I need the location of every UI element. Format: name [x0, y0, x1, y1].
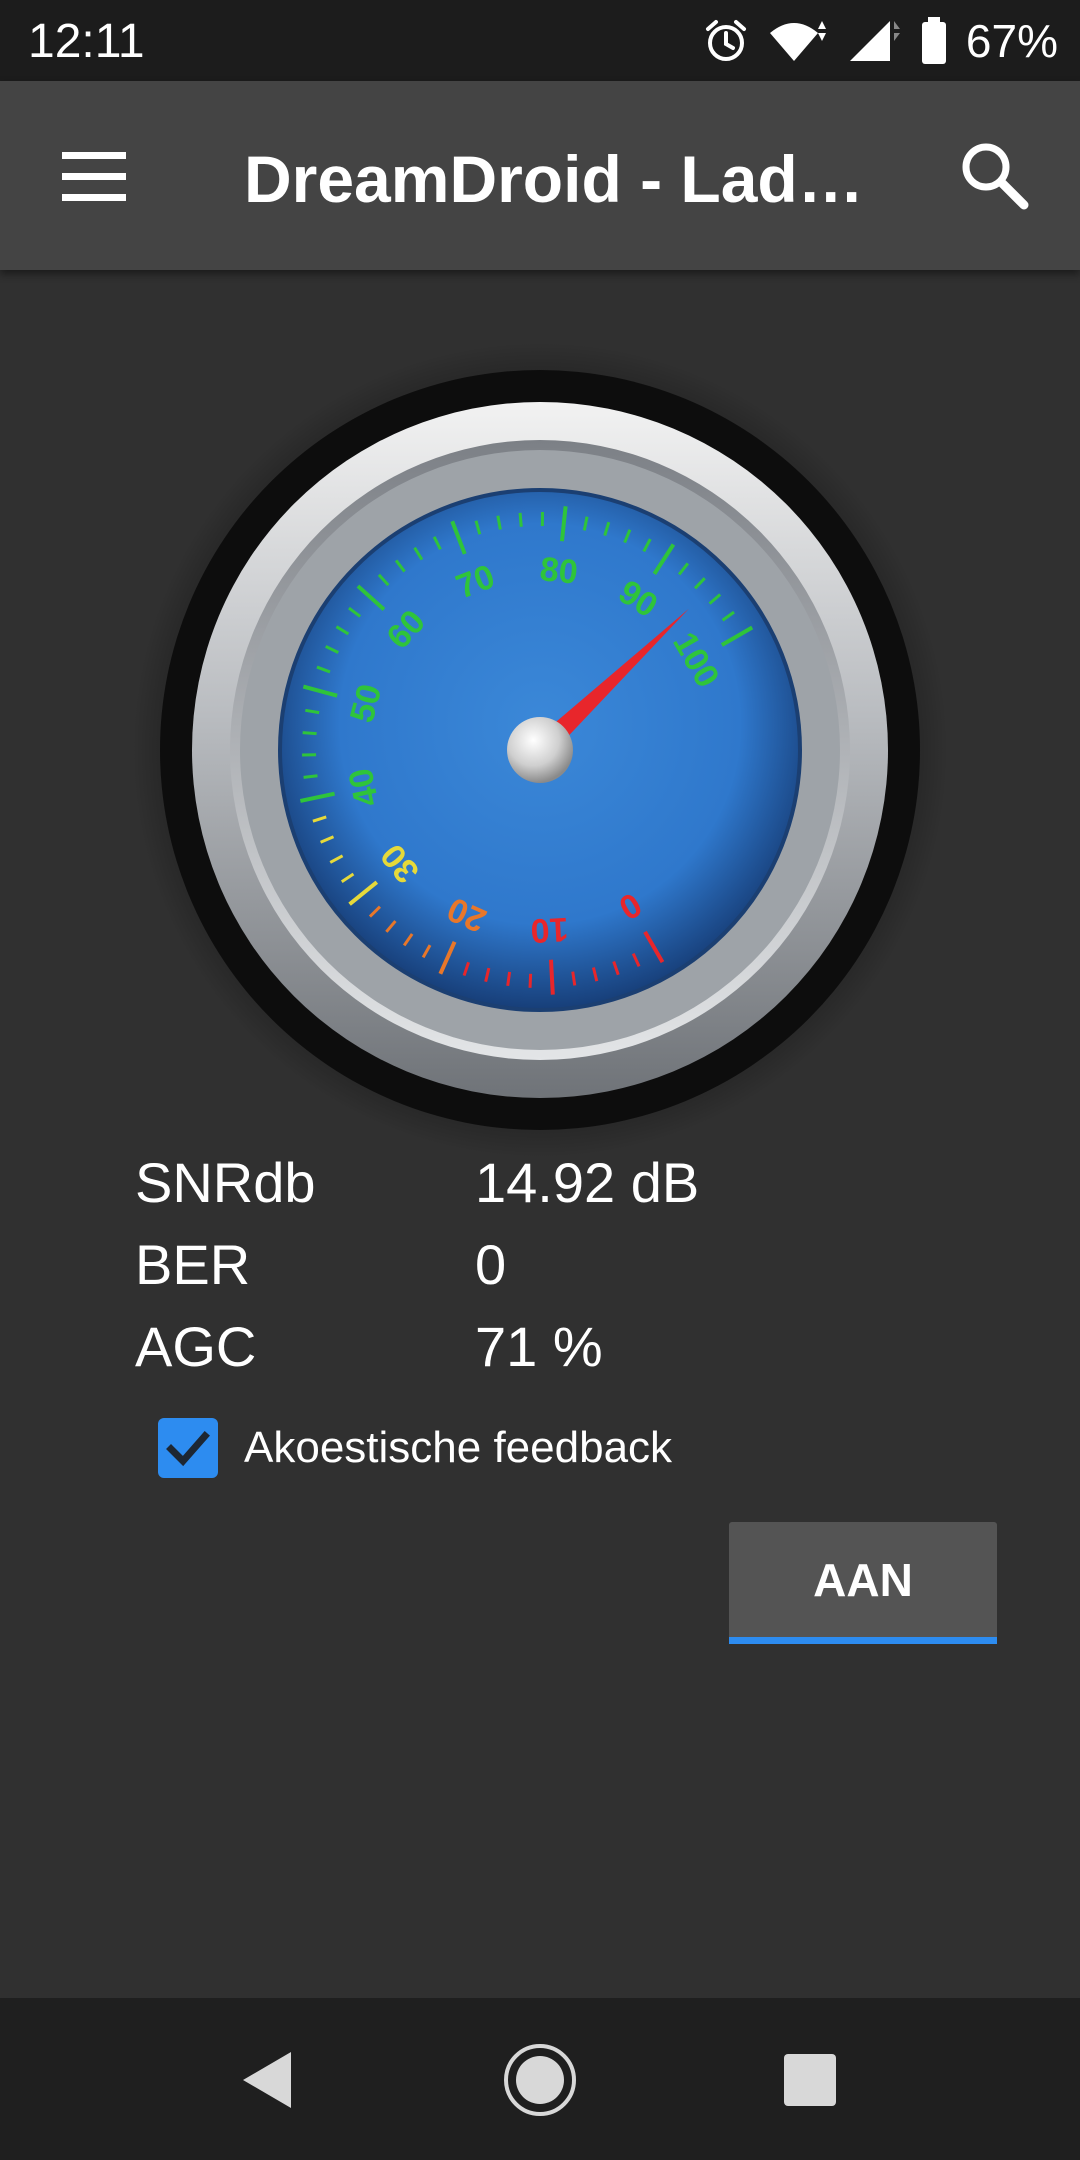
gauge-minor-tick	[571, 971, 577, 986]
search-icon	[962, 143, 1029, 210]
metric-value: 0	[475, 1233, 507, 1296]
signal-icon	[849, 21, 900, 61]
checkmark-icon	[166, 1431, 210, 1467]
search-button[interactable]	[950, 131, 1040, 221]
metric-value: 71 %	[475, 1315, 603, 1378]
menu-button[interactable]	[44, 136, 144, 216]
gauge-minor-tick	[506, 971, 512, 987]
metric-label: SNRdb	[135, 1151, 316, 1214]
home-icon	[504, 2044, 576, 2116]
wifi-icon	[769, 21, 826, 61]
gauge-hub	[507, 717, 573, 783]
status-bar: 12:11 67%	[0, 0, 1080, 81]
hamburger-menu-icon	[62, 152, 126, 201]
acoustic-feedback-label: Akoestische feedback	[244, 1423, 673, 1472]
status-time: 12:11	[28, 15, 145, 68]
gauge-scale-label: 80	[538, 550, 580, 592]
recents-icon	[784, 2054, 836, 2106]
navigation-bar	[0, 1998, 1080, 2160]
back-icon	[243, 2052, 291, 2108]
battery-icon	[921, 17, 946, 64]
acoustic-feedback-toggle[interactable]: Akoestische feedback	[158, 1416, 672, 1480]
alarm-icon	[705, 20, 746, 61]
nav-recents-button[interactable]	[768, 2038, 852, 2122]
gauge-minor-tick	[302, 731, 317, 736]
signal-gauge: 0 10 20 30 40 50 60 70 80 90 100	[130, 340, 950, 1160]
gauge-svg: 010203040506070 8090100	[132, 342, 948, 1158]
gauge-scale-label: 40	[341, 765, 386, 810]
aan-button[interactable]: AAN	[729, 1522, 997, 1644]
gauge-major-tick	[548, 959, 555, 995]
nav-home-button[interactable]	[498, 2038, 582, 2122]
metric-value: 14.92 dB	[475, 1151, 700, 1214]
acoustic-feedback-checkbox[interactable]	[158, 1418, 218, 1478]
app-title: DreamDroid - Lade…	[244, 142, 884, 216]
metric-label: BER	[135, 1233, 251, 1296]
gauge-minor-tick	[518, 512, 523, 527]
battery-percent: 67%	[965, 15, 1058, 67]
app-bar: DreamDroid - Lade…	[0, 81, 1080, 270]
gauge-scale-label: 10	[530, 910, 570, 950]
nav-back-button[interactable]	[229, 2038, 313, 2122]
metric-label: AGC	[135, 1315, 257, 1378]
gauge-minor-tick	[528, 973, 533, 988]
gauge-minor-tick	[303, 774, 318, 779]
status-icons: 67%	[702, 14, 1058, 68]
